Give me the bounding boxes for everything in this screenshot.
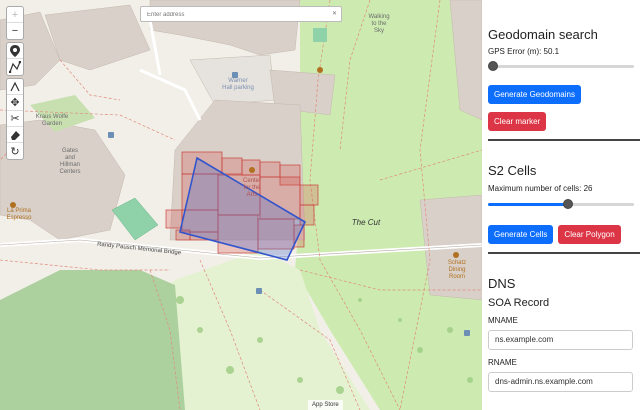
clear-marker-button[interactable]: Clear marker (488, 112, 547, 131)
rotate-icon[interactable]: ↻ (7, 143, 23, 159)
map-label-schatz: Schatz Dining Room (447, 260, 467, 280)
gps-error-slider[interactable] (488, 60, 634, 72)
max-cells-slider-thumb[interactable] (562, 199, 573, 209)
map-label-kraus: Kraus Wolfe Garden (35, 114, 69, 127)
basemap (0, 0, 482, 410)
s2-cells-title: S2 Cells (488, 163, 537, 178)
polyline-icon[interactable] (7, 59, 23, 75)
max-cells-slider[interactable] (488, 198, 634, 210)
rname-label: RNAME (488, 358, 517, 367)
rname-field[interactable]: dns-admin.ns.example.com (488, 372, 633, 392)
zoom-control: + − (6, 6, 24, 40)
side-panel: Geodomain search GPS Error (m): 50.1 Gen… (482, 0, 640, 410)
zoom-in-button[interactable]: + (7, 7, 23, 23)
map-label-warner: Warner Hall parking (222, 78, 254, 91)
generate-cells-button[interactable]: Generate Cells (488, 225, 554, 244)
zoom-out-button[interactable]: − (7, 23, 23, 39)
max-cells-slider-fill (488, 203, 568, 206)
map-attribution[interactable]: App Store (308, 400, 343, 410)
dns-title: DNS (488, 276, 516, 291)
draw-icon[interactable] (7, 79, 23, 95)
mname-field[interactable]: ns.example.com (488, 330, 633, 350)
move-icon[interactable]: ✥ (7, 95, 23, 111)
generate-geodomains-button[interactable]: Generate Geodomains (488, 85, 581, 104)
address-input[interactable] (141, 8, 321, 22)
map-label-center: Center for the Arts (242, 178, 261, 198)
clear-polygon-button[interactable]: Clear Polygon (558, 225, 621, 244)
address-search[interactable]: ✕ (140, 6, 342, 22)
marker-icon[interactable] (7, 43, 23, 59)
edit-toolbar: ✥ ✂ ↻ (6, 78, 24, 160)
draw-toolbar (6, 42, 24, 76)
map-label-laprima: La Prima Espresso (6, 208, 32, 221)
cut-icon[interactable]: ✂ (7, 111, 23, 127)
soa-record-title: SOA Record (488, 297, 550, 309)
map-label-cut: The Cut (351, 218, 381, 227)
gps-error-label: GPS Error (m): 50.1 (488, 47, 560, 56)
close-icon[interactable]: ✕ (332, 10, 337, 17)
gps-error-slider-thumb[interactable] (488, 61, 498, 71)
map-view[interactable]: Walking to the Sky Warner Hall parking K… (0, 0, 482, 410)
map-label-gates: Gates and Hillman Centers (59, 148, 81, 175)
geodomain-title: Geodomain search (488, 27, 598, 42)
mname-label: MNAME (488, 316, 518, 325)
section-divider (488, 252, 640, 254)
eraser-icon[interactable] (7, 127, 23, 143)
section-divider (488, 139, 640, 141)
max-cells-label: Maximum number of cells: 26 (488, 184, 593, 193)
map-label-walking: Walking to the Sky (368, 14, 390, 34)
